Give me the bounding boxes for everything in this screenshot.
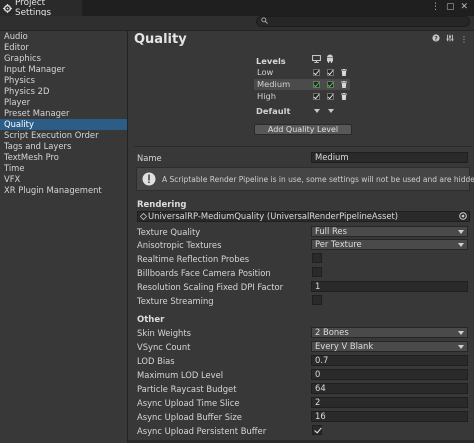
header-icons: ? ⋮: [432, 34, 468, 44]
window-controls: ⋮ ▢ ✕: [431, 2, 468, 12]
quality-level-name: Low: [257, 67, 274, 77]
rendering-heading: Rendering: [137, 200, 187, 210]
quality-level-name: Medium: [257, 79, 291, 89]
sidebar-item-preset-manager[interactable]: Preset Manager: [0, 108, 127, 119]
lod-bias-field[interactable]: 0.7: [311, 355, 468, 366]
android-checkbox-low[interactable]: [327, 69, 334, 76]
realtime-reflection-probes-label: Realtime Reflection Probes: [137, 254, 250, 264]
resolution-scaling-dpi-label: Resolution Scaling Fixed DPI Factor: [137, 282, 284, 292]
android-checkbox-high[interactable]: [327, 93, 334, 100]
info-icon: [142, 172, 156, 186]
default-level-label: Default: [256, 106, 291, 116]
search-input[interactable]: [268, 17, 460, 26]
object-picker-icon[interactable]: [459, 212, 467, 220]
anisotropic-textures-dropdown[interactable]: Per Texture: [311, 239, 468, 250]
sidebar-item-player[interactable]: Player: [0, 97, 127, 108]
resolution-scaling-dpi-field[interactable]: 1: [311, 281, 468, 292]
render-pipeline-asset-icon: [140, 213, 147, 220]
android-checkbox-medium[interactable]: [327, 81, 334, 88]
sidebar-item-audio[interactable]: Audio: [0, 31, 127, 42]
preset-icon[interactable]: [446, 34, 454, 44]
sidebar-item-tags-and-layers[interactable]: Tags and Layers: [0, 141, 127, 152]
realtime-reflection-probes-checkbox[interactable]: [312, 253, 322, 263]
async-upload-time-slice-label: Async Upload Time Slice: [137, 398, 240, 408]
sidebar-item-time[interactable]: Time: [0, 163, 127, 174]
standalone-checkbox-high[interactable]: [313, 93, 320, 100]
billboards-face-camera-checkbox[interactable]: [312, 267, 322, 277]
sidebar-item-vfx[interactable]: VFX: [0, 174, 127, 185]
name-label: Name: [137, 153, 162, 163]
standalone-checkbox-low[interactable]: [313, 69, 320, 76]
other-heading: Other: [137, 315, 165, 325]
sidebar-item-physics[interactable]: Physics: [0, 75, 127, 86]
settings-icon[interactable]: ⋮: [460, 35, 468, 44]
android-icon: [326, 54, 334, 65]
settings-gear-icon: [3, 3, 12, 13]
vsync-count-dropdown[interactable]: Every V Blank: [311, 341, 468, 352]
levels-heading: Levels: [256, 56, 286, 66]
async-upload-buffer-size-field[interactable]: 16: [311, 411, 468, 422]
maximum-lod-level-field[interactable]: 0: [311, 369, 468, 380]
default-standalone-dropdown-arrow-icon[interactable]: [314, 109, 320, 113]
delete-level-icon[interactable]: [341, 69, 347, 76]
help-icon[interactable]: ?: [432, 34, 440, 44]
help-box-text: A Scriptable Render Pipeline is in use, …: [162, 175, 474, 184]
settings-sidebar: Audio Editor Graphics Input Manager Phys…: [0, 31, 128, 443]
async-upload-time-slice-field[interactable]: 2: [311, 397, 468, 408]
maximum-lod-level-label: Maximum LOD Level: [137, 370, 224, 380]
particle-raycast-budget-field[interactable]: 64: [311, 383, 468, 394]
vsync-count-label: VSync Count: [137, 342, 191, 352]
search-icon: [261, 17, 268, 26]
texture-quality-label: Texture Quality: [137, 227, 201, 237]
svg-text:?: ?: [434, 35, 438, 42]
sidebar-item-physics-2d[interactable]: Physics 2D: [0, 86, 127, 97]
quality-level-row-low[interactable]: Low: [254, 67, 350, 78]
lod-bias-label: LOD Bias: [137, 356, 175, 366]
skin-weights-label: Skin Weights: [137, 328, 192, 338]
delete-level-icon[interactable]: [341, 81, 347, 88]
render-pipeline-asset-field[interactable]: UniversalRP-MediumQuality (UniversalRend…: [137, 211, 470, 222]
sidebar-item-xr-plugin-management[interactable]: XR Plugin Management: [0, 185, 127, 196]
quality-level-name: High: [257, 91, 277, 101]
texture-streaming-checkbox[interactable]: [312, 295, 322, 305]
async-upload-persistent-buffer-label: Async Upload Persistent Buffer: [137, 426, 267, 436]
particle-raycast-budget-label: Particle Raycast Budget: [137, 384, 237, 394]
standalone-checkbox-medium[interactable]: [313, 81, 320, 88]
window-tab[interactable]: Project Settings: [0, 0, 82, 18]
sidebar-item-script-execution-order[interactable]: Script Execution Order: [0, 130, 127, 141]
async-upload-persistent-buffer-checkbox[interactable]: [312, 425, 322, 435]
default-android-dropdown-arrow-icon[interactable]: [328, 109, 334, 113]
sidebar-item-textmesh-pro[interactable]: TextMesh Pro: [0, 152, 127, 163]
name-field[interactable]: Medium: [311, 152, 468, 163]
quality-level-row-medium[interactable]: Medium: [254, 79, 350, 90]
maximize-icon[interactable]: ▢: [446, 2, 455, 12]
delete-level-icon[interactable]: [341, 93, 347, 100]
sidebar-item-graphics[interactable]: Graphics: [0, 53, 127, 64]
billboards-face-camera-label: Billboards Face Camera Position: [137, 268, 271, 278]
skin-weights-dropdown[interactable]: 2 Bones: [311, 327, 468, 338]
anisotropic-textures-label: Anisotropic Textures: [137, 240, 222, 250]
page-title: Quality: [134, 32, 187, 47]
kebab-menu-icon[interactable]: ⋮: [431, 2, 440, 12]
standalone-monitor-icon: [312, 55, 321, 65]
sidebar-item-quality[interactable]: Quality: [0, 119, 127, 130]
close-icon[interactable]: ✕: [460, 2, 468, 12]
texture-streaming-label: Texture Streaming: [137, 296, 214, 306]
sidebar-item-editor[interactable]: Editor: [0, 42, 127, 53]
texture-quality-dropdown[interactable]: Full Res: [311, 226, 468, 237]
divider: [134, 146, 472, 147]
add-quality-level-button[interactable]: Add Quality Level: [254, 124, 352, 135]
quality-level-row-high[interactable]: High: [254, 91, 350, 102]
async-upload-buffer-size-label: Async Upload Buffer Size: [137, 412, 242, 422]
sidebar-item-input-manager[interactable]: Input Manager: [0, 64, 127, 75]
search-field[interactable]: [256, 16, 470, 27]
